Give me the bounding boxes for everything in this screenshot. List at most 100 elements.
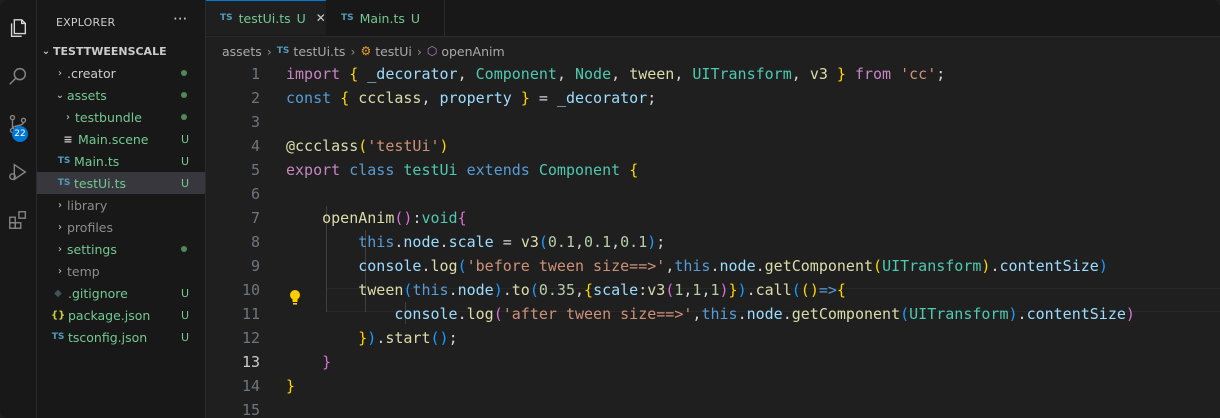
- code-line[interactable]: 7 openAnim():void{: [206, 206, 1220, 230]
- breadcrumb: assets › TS testUi.ts › ⚙ testUi › ⬡ ope…: [222, 42, 505, 60]
- line-number: 15: [241, 401, 260, 418]
- breadcrumb-item[interactable]: testUi: [375, 44, 412, 59]
- more-actions-icon[interactable]: ···: [173, 10, 187, 28]
- code-line[interactable]: 15: [206, 398, 1220, 418]
- modified-dot-icon: [181, 246, 187, 252]
- code-text: export class testUi extends Component {: [286, 161, 639, 179]
- tree-item-label: Main.scene: [78, 131, 149, 147]
- code-text: openAnim():void{: [322, 209, 467, 227]
- line-number: 1: [250, 65, 260, 83]
- tree-item-label: .gitignore: [68, 285, 128, 301]
- code-text: console.log('before tween size==>',this.…: [358, 257, 1108, 275]
- git-status-badge: U: [180, 330, 189, 344]
- line-number: 5: [250, 161, 260, 179]
- tree-item-label: assets: [67, 87, 107, 103]
- explorer-icon[interactable]: [0, 10, 36, 46]
- code-line[interactable]: 9 console.log('before tween size==>',thi…: [206, 254, 1220, 278]
- close-icon[interactable]: ✕: [316, 11, 326, 25]
- typescript-file-icon: TS: [57, 178, 71, 188]
- run-debug-icon[interactable]: [0, 154, 36, 190]
- code-line[interactable]: 1 import { _decorator, Component, Node, t…: [206, 62, 1220, 86]
- code-text: tween(this.node).to(0.35,{scale:v3(1,1,1…: [358, 281, 846, 299]
- workspace-root[interactable]: ⌄ TESTTWEENSCALE: [37, 40, 205, 62]
- code-line[interactable]: 12 }).start();: [206, 326, 1220, 350]
- chevron-down-icon: ⌄: [55, 89, 65, 101]
- breadcrumb-item[interactable]: testUi.ts: [293, 44, 345, 59]
- tree-item-label: .creator: [67, 65, 116, 81]
- git-status-badge: U: [180, 176, 189, 190]
- chevron-right-icon: ›: [266, 43, 272, 59]
- line-number: 7: [250, 209, 260, 227]
- line-number: 12: [241, 329, 260, 347]
- modified-dot-icon: [181, 70, 187, 76]
- code-line[interactable]: 13 }: [206, 350, 1220, 374]
- tree-item-main-scene[interactable]: ≡ Main.scene U: [37, 128, 205, 150]
- tree-item-testbundle[interactable]: › testbundle: [37, 106, 205, 128]
- code-text: }: [322, 353, 332, 371]
- json-file-icon: {}: [51, 309, 66, 321]
- extensions-icon[interactable]: [0, 202, 36, 238]
- tree-item-tsconfig-json[interactable]: TS tsconfig.json U: [37, 326, 205, 348]
- tree-item-label: profiles: [67, 219, 113, 235]
- tree-item-main-ts[interactable]: TS Main.ts U: [37, 150, 205, 172]
- tree-item-profiles[interactable]: › profiles: [37, 216, 205, 238]
- tree-item-label: settings: [67, 241, 117, 257]
- line-number: 10: [241, 281, 260, 299]
- breadcrumb-item[interactable]: assets: [222, 44, 262, 59]
- tab-testui-ts[interactable]: TS testUi.ts U ✕: [206, 0, 326, 35]
- tree-item-library[interactable]: › library: [37, 194, 205, 216]
- explorer-title: EXPLORER: [56, 16, 116, 29]
- tab-label: testUi.ts: [238, 10, 291, 26]
- tree-item-settings[interactable]: › settings: [37, 238, 205, 260]
- chevron-right-icon: ›: [350, 43, 356, 59]
- tree-item-testui-ts[interactable]: TS testUi.ts U: [37, 172, 205, 194]
- modified-dot-icon: [181, 114, 187, 120]
- search-icon[interactable]: [0, 58, 36, 94]
- typescript-file-icon: TS: [220, 13, 233, 23]
- scene-file-icon: ≡: [63, 132, 73, 146]
- line-number: 9: [250, 257, 260, 275]
- tree-item-temp[interactable]: › temp: [37, 260, 205, 282]
- tsconfig-file-icon: TS: [51, 332, 65, 342]
- code-line[interactable]: 11 console.log('after tween size==>',thi…: [206, 302, 1220, 326]
- tree-item-gitignore[interactable]: ◆ .gitignore U: [37, 282, 205, 304]
- editor-area: TS testUi.ts U ✕ TS Main.ts U assets › T…: [206, 0, 1220, 418]
- code-line[interactable]: 8 this.node.scale = v3(0.1,0.1,0.1);: [206, 230, 1220, 254]
- tree-item-label: testbundle: [75, 109, 142, 125]
- activity-bar: 22: [0, 0, 37, 418]
- line-number: 2: [250, 89, 260, 107]
- breadcrumb-item[interactable]: openAnim: [441, 44, 504, 59]
- code-line[interactable]: 14}: [206, 374, 1220, 398]
- workspace-root-label: TESTTWEENSCALE: [53, 44, 167, 58]
- chevron-right-icon: ›: [58, 67, 62, 79]
- line-number: 13: [241, 353, 260, 371]
- tree-item-label: package.json: [68, 307, 151, 323]
- code-line[interactable]: 5 export class testUi extends Component {: [206, 158, 1220, 182]
- code-line[interactable]: 6: [206, 182, 1220, 206]
- code-line[interactable]: 4 @ccclass('testUi'): [206, 134, 1220, 158]
- method-symbol-icon: ⬡: [426, 44, 438, 58]
- tab-main-ts[interactable]: TS Main.ts U: [327, 0, 445, 36]
- typescript-file-icon: TS: [276, 46, 290, 56]
- code-line[interactable]: 2 const { ccclass, property } = _decorato…: [206, 86, 1220, 110]
- tree-item-assets[interactable]: ⌄ assets: [37, 84, 205, 106]
- tree-item-label: library: [67, 197, 108, 213]
- tree-item-label: tsconfig.json: [68, 329, 148, 345]
- code-text: console.log('after tween size==>',this.n…: [394, 305, 1135, 323]
- code-line[interactable]: 3: [206, 110, 1220, 134]
- line-number: 8: [250, 233, 260, 251]
- git-status-badge: U: [180, 154, 189, 168]
- line-number: 14: [241, 377, 260, 395]
- git-file-icon: ◆: [54, 287, 62, 299]
- line-number: 3: [250, 113, 260, 131]
- explorer-sidebar: EXPLORER ··· ⌄ TESTTWEENSCALE › .creator…: [37, 0, 206, 418]
- tree-item-label: testUi.ts: [74, 175, 127, 191]
- tree-item-label: Main.ts: [74, 153, 120, 169]
- tree-item-creator[interactable]: › .creator: [37, 62, 205, 84]
- tree-item-package-json[interactable]: {} package.json U: [37, 304, 205, 326]
- tree-item-label: temp: [67, 263, 100, 279]
- chevron-right-icon: ›: [58, 199, 62, 211]
- code-line[interactable]: 10 tween(this.node).to(0.35,{scale:v3(1,…: [206, 278, 1220, 302]
- git-status-badge: U: [180, 308, 189, 322]
- code-text: }).start();: [358, 329, 458, 347]
